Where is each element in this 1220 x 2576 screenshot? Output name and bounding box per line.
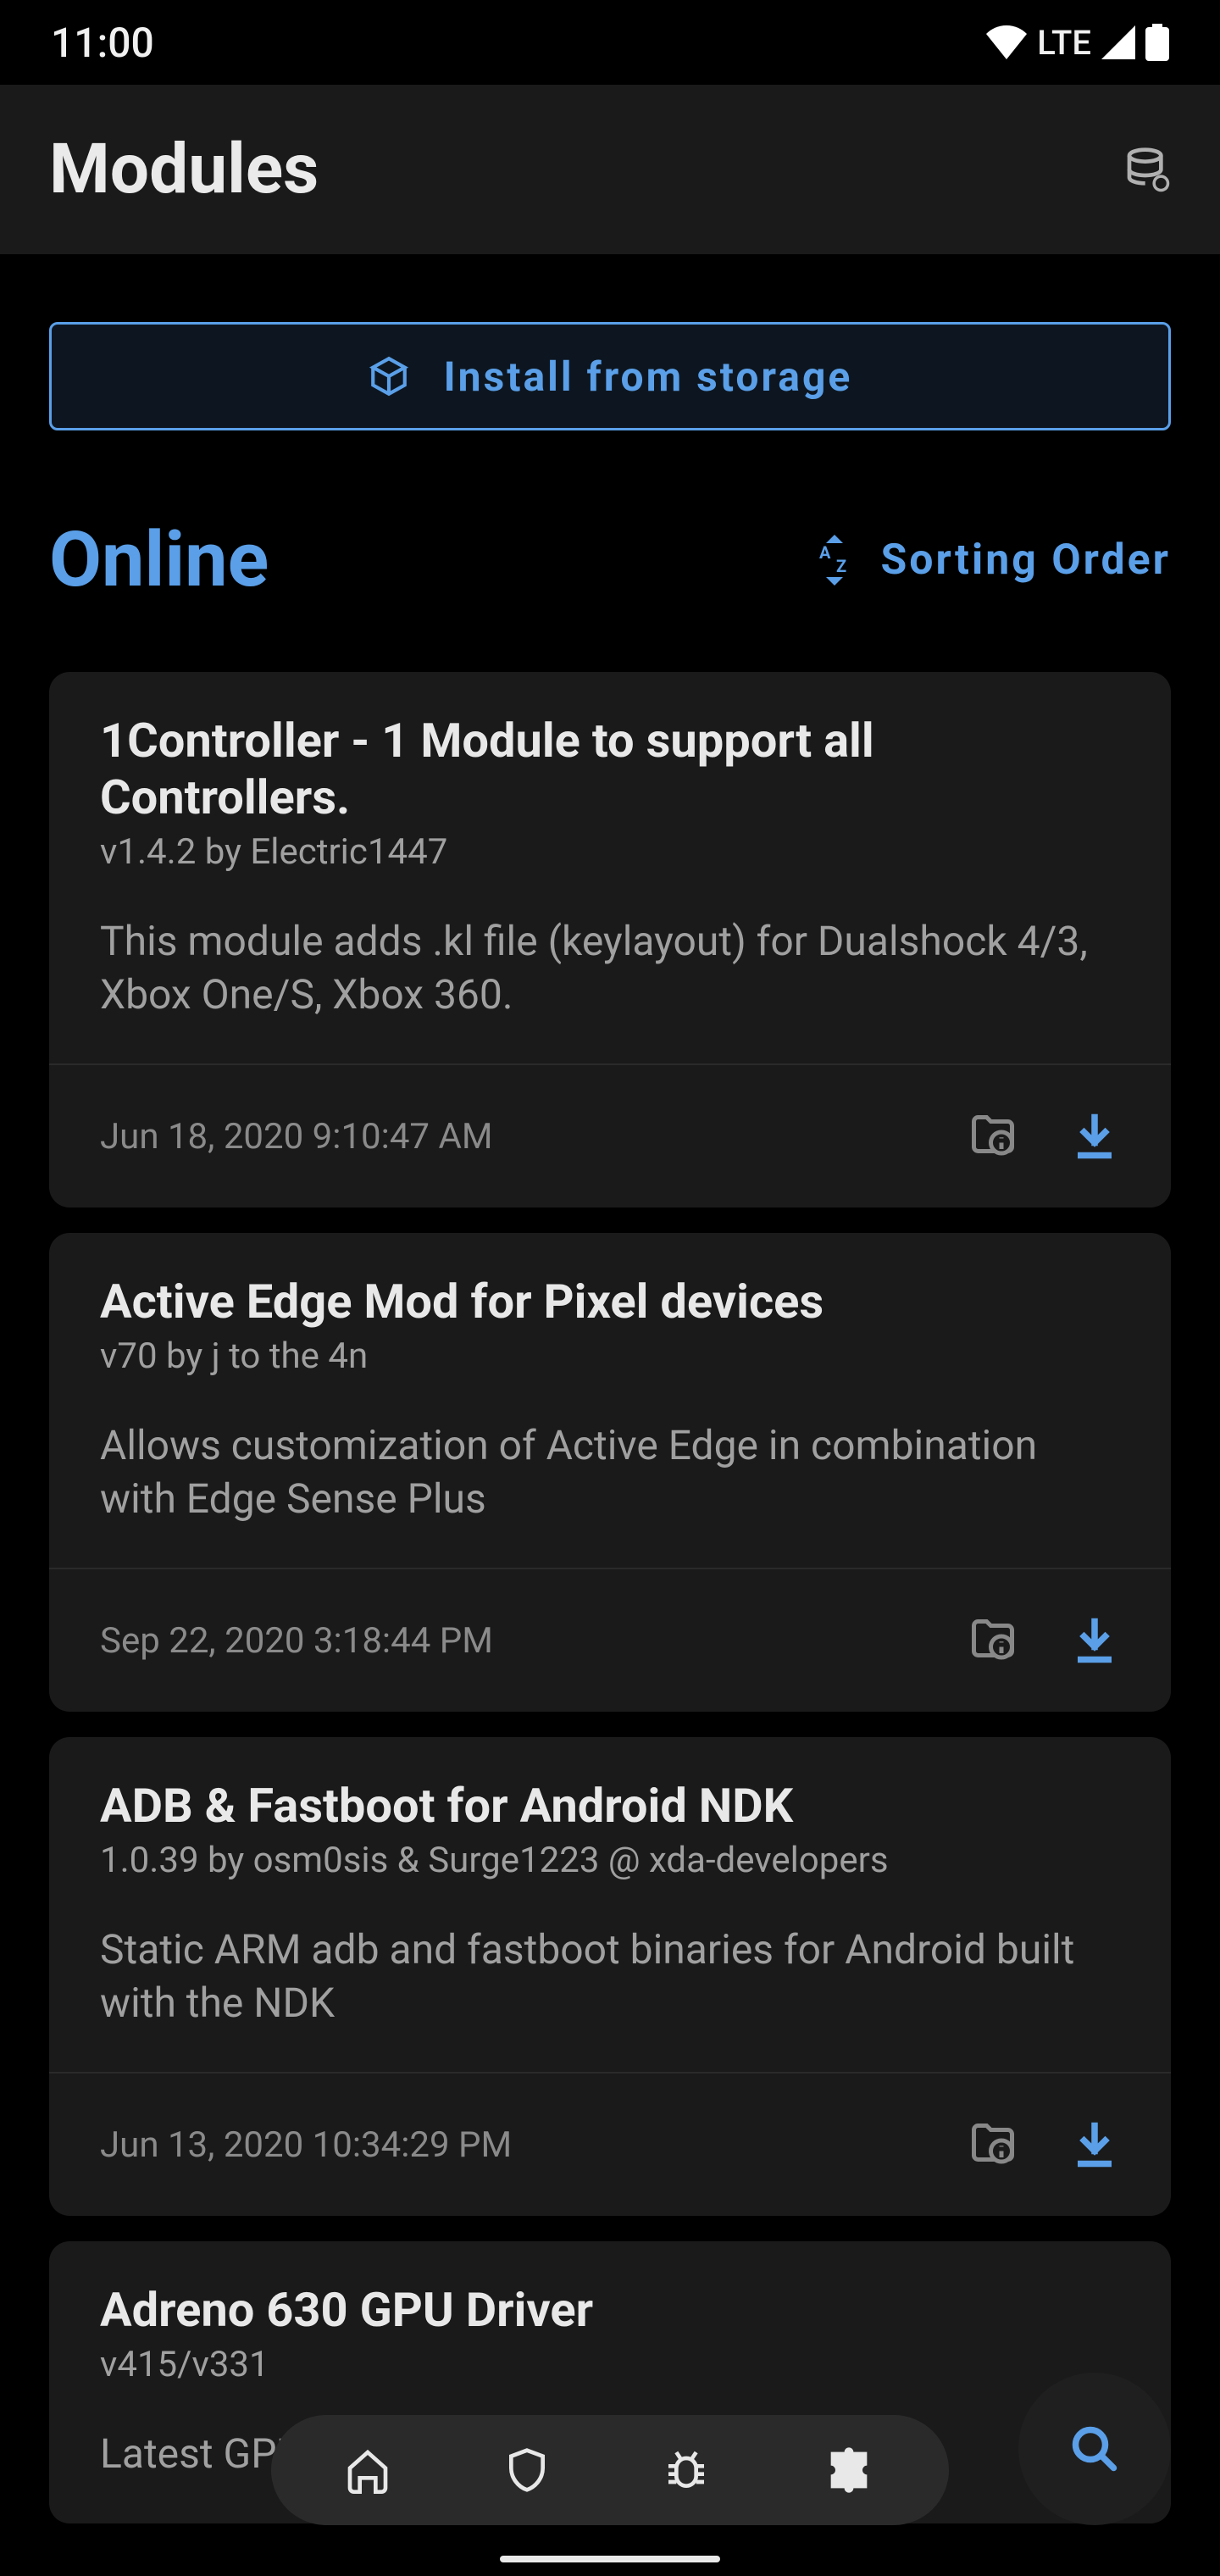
main-content: Install from storage Online A Z Sorting …: [0, 254, 1220, 2523]
battery-icon: [1145, 24, 1169, 61]
sort-label: Sorting Order: [881, 536, 1172, 585]
wifi-icon: [986, 25, 1027, 59]
section-title: Online: [49, 515, 269, 604]
svg-text:A: A: [819, 542, 835, 563]
box-icon: [368, 355, 410, 397]
module-date: Sep 22, 2020 3:18:44 PM: [100, 1620, 493, 1662]
module-date: Jun 13, 2020 10:34:29 PM: [100, 2124, 512, 2166]
nav-shield-icon[interactable]: [503, 2446, 551, 2494]
install-button-label: Install from storage: [444, 353, 853, 401]
module-subtitle: v415/v331: [100, 2344, 1120, 2385]
section-header: Online A Z Sorting Order: [49, 515, 1171, 604]
module-subtitle: 1.0.39 by osm0sis & Surge1223 @ xda-deve…: [100, 1840, 1120, 1881]
module-description: Static ARM adb and fastboot binaries for…: [100, 1924, 1120, 2029]
module-card[interactable]: Active Edge Mod for Pixel devices v70 by …: [49, 1233, 1171, 1712]
download-icon[interactable]: [1069, 1111, 1120, 1162]
nav-puzzle-icon[interactable]: [822, 2443, 876, 2497]
install-from-storage-button[interactable]: Install from storage: [49, 322, 1171, 430]
module-card[interactable]: ADB & Fastboot for Android NDK 1.0.39 by …: [49, 1737, 1171, 2216]
search-icon: [1069, 2423, 1120, 2474]
module-title: ADB & Fastboot for Android NDK: [100, 1778, 1120, 1835]
card-body: ADB & Fastboot for Android NDK 1.0.39 by …: [49, 1737, 1171, 2072]
module-card[interactable]: 1Controller - 1 Module to support all Co…: [49, 672, 1171, 1208]
module-description: Allows customization of Active Edge in c…: [100, 1419, 1120, 1525]
card-footer: Sep 22, 2020 3:18:44 PM: [49, 1568, 1171, 1712]
nav-home-icon[interactable]: [344, 2446, 391, 2494]
module-title: Active Edge Mod for Pixel devices: [100, 1274, 1120, 1330]
app-header: Modules: [0, 85, 1220, 254]
card-footer: Jun 13, 2020 10:34:29 PM: [49, 2072, 1171, 2216]
module-list: 1Controller - 1 Module to support all Co…: [49, 672, 1171, 2523]
search-fab[interactable]: [1018, 2373, 1171, 2525]
nav-bug-icon[interactable]: [663, 2446, 710, 2494]
network-label: LTE: [1037, 23, 1091, 63]
repo-sync-icon[interactable]: [1123, 146, 1171, 193]
module-description: This module adds .kl file (keylayout) fo…: [100, 915, 1120, 1021]
card-actions: [968, 2119, 1120, 2170]
bottom-nav: [271, 2415, 949, 2525]
module-date: Jun 18, 2020 9:10:47 AM: [100, 1116, 493, 1158]
folder-info-icon[interactable]: [968, 2119, 1018, 2170]
card-footer: Jun 18, 2020 9:10:47 AM: [49, 1063, 1171, 1208]
card-body: Active Edge Mod for Pixel devices v70 by …: [49, 1233, 1171, 1568]
status-time: 11:00: [51, 19, 154, 67]
module-subtitle: v70 by j to the 4n: [100, 1335, 1120, 1377]
module-title: Adreno 630 GPU Driver: [100, 2282, 1120, 2339]
card-actions: [968, 1111, 1120, 1162]
module-subtitle: v1.4.2 by Electric1447: [100, 831, 1120, 873]
sorting-order-button[interactable]: A Z Sorting Order: [813, 535, 1172, 586]
download-icon[interactable]: [1069, 2119, 1120, 2170]
folder-info-icon[interactable]: [968, 1111, 1018, 1162]
card-actions: [968, 1615, 1120, 1666]
status-icons: LTE: [986, 23, 1169, 63]
download-icon[interactable]: [1069, 1615, 1120, 1666]
folder-info-icon[interactable]: [968, 1615, 1018, 1666]
status-bar: 11:00 LTE: [0, 0, 1220, 85]
signal-icon: [1101, 25, 1135, 59]
gesture-bar: [500, 2556, 720, 2562]
page-title: Modules: [49, 129, 319, 210]
card-body: 1Controller - 1 Module to support all Co…: [49, 672, 1171, 1063]
svg-text:Z: Z: [836, 556, 851, 576]
module-title: 1Controller - 1 Module to support all Co…: [100, 713, 1120, 826]
sort-az-icon: A Z: [813, 535, 856, 586]
